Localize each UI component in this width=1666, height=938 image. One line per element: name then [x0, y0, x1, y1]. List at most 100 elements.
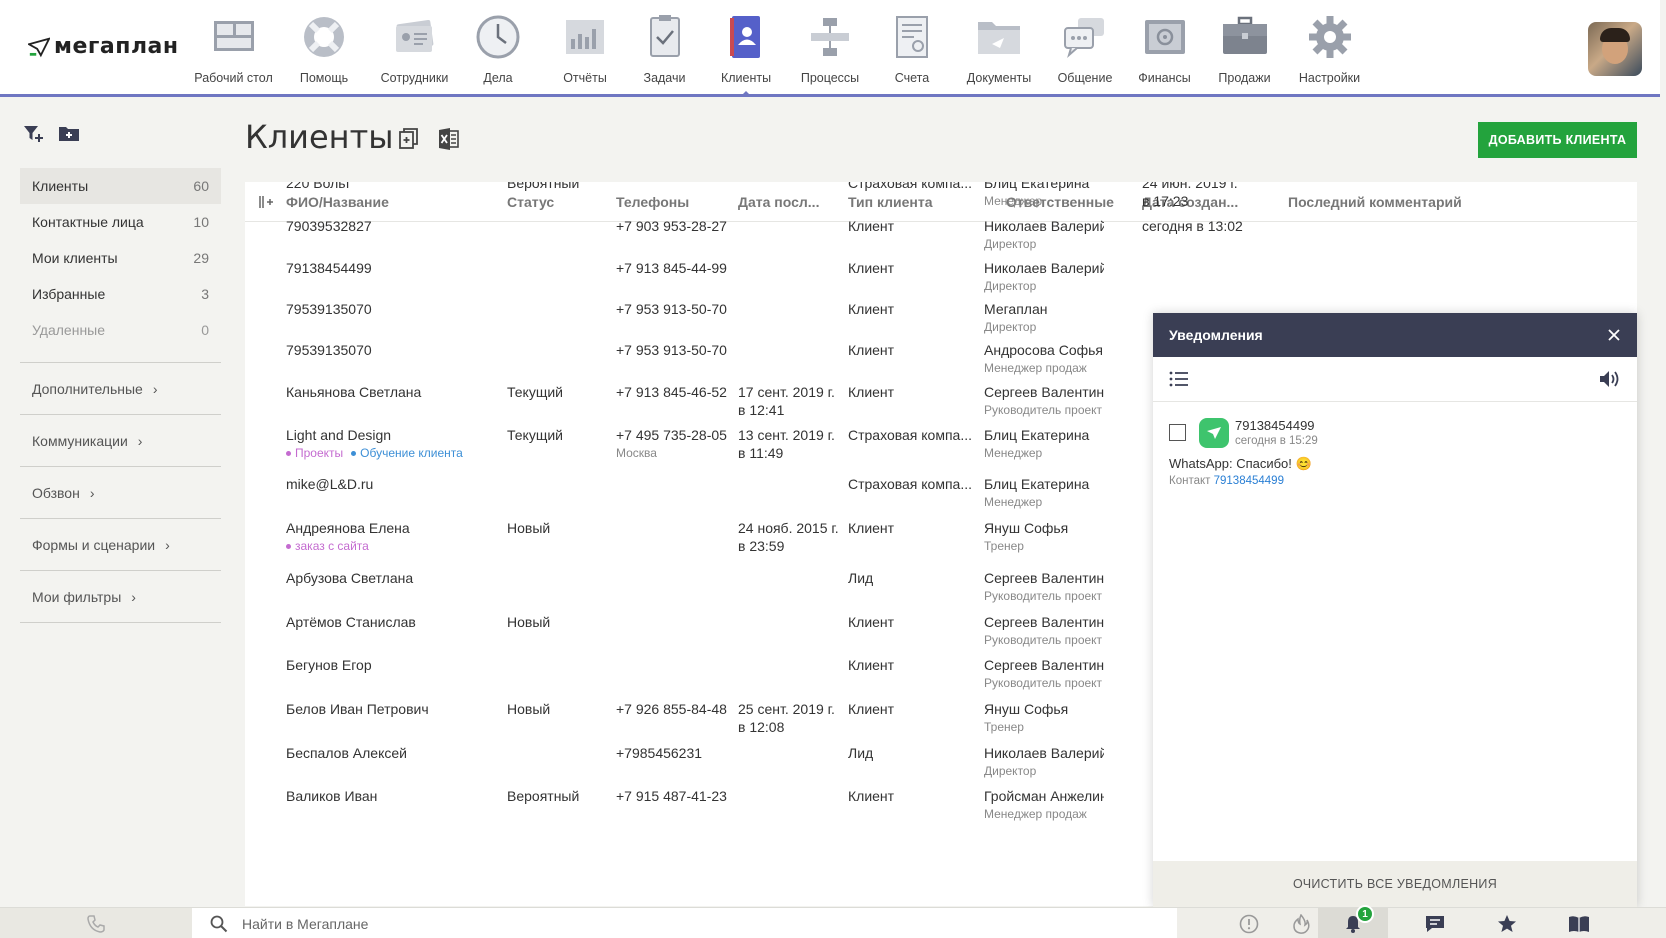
- notification-checkbox[interactable]: [1169, 424, 1186, 441]
- phone-number[interactable]: +7 953 913-50-70: [616, 341, 727, 359]
- add-client-button[interactable]: ДОБАВИТЬ КЛИЕНТА: [1478, 122, 1637, 158]
- nav-item-0[interactable]: Рабочий стол: [194, 12, 273, 92]
- sidebar-item[interactable]: Удаленные 0: [20, 312, 221, 348]
- close-icon[interactable]: [1607, 328, 1621, 342]
- phone-number[interactable]: +7985456231: [616, 744, 702, 762]
- search-input[interactable]: [242, 915, 842, 932]
- add-filter-icon[interactable]: [22, 122, 44, 144]
- responsible-name[interactable]: Гройсман Анжелин: [984, 787, 1104, 805]
- client-name[interactable]: Light and Design: [286, 426, 471, 444]
- responsible-name[interactable]: Андросова Софья: [984, 341, 1104, 359]
- phone-cell: +7 926 855-84-48: [616, 700, 727, 718]
- nav-item-13[interactable]: Настройки: [1285, 12, 1374, 92]
- client-name[interactable]: mike@L&D.ru: [286, 475, 373, 493]
- duplicate-icon[interactable]: [398, 127, 420, 151]
- sidebar-item[interactable]: Контактные лица 10: [20, 204, 221, 240]
- user-avatar[interactable]: [1588, 22, 1642, 76]
- sidebar-group[interactable]: Формы и сценарии ›: [20, 518, 221, 570]
- client-name[interactable]: 79539135070: [286, 300, 372, 318]
- client-name[interactable]: Арбузова Светлана: [286, 569, 413, 587]
- megaplan-logo[interactable]: мегаплан: [28, 34, 179, 59]
- responsible-name[interactable]: Сергеев Валентин: [984, 383, 1104, 401]
- responsible-name[interactable]: Блиц Екатерина: [984, 426, 1104, 444]
- phone-number[interactable]: +7 926 855-84-48: [616, 700, 727, 718]
- nav-item-6[interactable]: Клиенты: [703, 12, 789, 97]
- client-name[interactable]: Бегунов Егор: [286, 656, 372, 674]
- notification-item[interactable]: 79138454499 сегодня в 15:29 WhatsApp: Сп…: [1153, 402, 1637, 505]
- phone-icon[interactable]: [86, 914, 106, 934]
- responsible-name[interactable]: Николаев Валерий: [984, 744, 1104, 762]
- phone-number[interactable]: +7 495 735-28-05: [616, 426, 727, 444]
- client-name[interactable]: 79039532827: [286, 217, 372, 235]
- list-icon[interactable]: [1169, 371, 1189, 387]
- phone-number[interactable]: +7 903 953-28-27: [616, 217, 727, 235]
- sidebar-group[interactable]: Обзвон ›: [20, 466, 221, 518]
- sidebar-item[interactable]: Клиенты 60: [20, 168, 221, 204]
- responsible-name[interactable]: Николаев Валерий: [984, 217, 1104, 235]
- clear-notifications-button[interactable]: ОЧИСТИТЬ ВСЕ УВЕДОМЛЕНИЯ: [1153, 861, 1637, 907]
- client-tag[interactable]: заказ с сайта: [286, 539, 369, 553]
- nav-item-5[interactable]: Задачи: [626, 12, 703, 92]
- client-name[interactable]: Артёмов Станислав: [286, 613, 416, 631]
- last-time: в 12:41: [738, 402, 785, 418]
- nav-item-7[interactable]: Процессы: [789, 12, 871, 92]
- client-tag[interactable]: Проекты: [286, 446, 343, 460]
- nav-item-3[interactable]: Дела: [452, 12, 544, 92]
- responsible-name[interactable]: Блиц Екатерина: [984, 182, 1104, 192]
- nav-item-4[interactable]: Отчёты: [544, 12, 626, 92]
- client-name[interactable]: Андреянова Елена: [286, 519, 410, 537]
- messages-button[interactable]: [1400, 908, 1470, 938]
- phone-cell: +7 495 735-28-05 Москва: [616, 426, 727, 462]
- responsible-name[interactable]: Сергеев Валентин: [984, 613, 1104, 631]
- phone-number[interactable]: +7 953 913-50-70: [616, 300, 727, 318]
- sidebar-group[interactable]: Коммуникации ›: [20, 414, 221, 466]
- nav-item-2[interactable]: Сотрудники: [377, 12, 452, 92]
- status-cell: Вероятный: [507, 788, 580, 804]
- responsible-cell: Блиц Екатерина Менеджер: [984, 182, 1104, 210]
- client-name[interactable]: 79539135070: [286, 341, 372, 359]
- sidebar-group[interactable]: Мои фильтры ›: [20, 570, 221, 622]
- client-name[interactable]: 220 Вольт: [286, 182, 351, 192]
- star-icon: [1498, 914, 1516, 932]
- phone-number[interactable]: +7 915 487-41-23: [616, 787, 727, 805]
- nav-item-9[interactable]: Документы: [953, 12, 1045, 92]
- responsible-name[interactable]: Блиц Екатерина: [984, 475, 1104, 493]
- client-tag[interactable]: Обучение клиента: [351, 446, 463, 460]
- sound-icon[interactable]: [1599, 370, 1621, 388]
- client-name[interactable]: Беспалов Алексей: [286, 744, 407, 762]
- phone-cell: +7 953 913-50-70: [616, 341, 727, 359]
- notifications-button[interactable]: 1: [1318, 905, 1388, 938]
- responsible-cell: Мегаплан Директор: [984, 300, 1104, 336]
- nav-item-12[interactable]: Продажи: [1204, 12, 1285, 92]
- nav-item-8[interactable]: Счета: [871, 12, 953, 92]
- favorites-button[interactable]: [1472, 908, 1542, 938]
- phone-number[interactable]: +7 913 845-46-52: [616, 383, 727, 401]
- notification-contact-link[interactable]: 79138454499: [1214, 475, 1284, 487]
- nav-item-11[interactable]: Финансы: [1125, 12, 1204, 92]
- client-name[interactable]: Валиков Иван: [286, 787, 377, 805]
- responsible-name[interactable]: Януш Софья: [984, 700, 1104, 718]
- responsible-name[interactable]: Януш Софья: [984, 519, 1104, 537]
- excel-export-icon[interactable]: [438, 127, 460, 151]
- responsible-name[interactable]: Николаев Валерий: [984, 259, 1104, 277]
- sidebar-item[interactable]: Мои клиенты 29: [20, 240, 221, 276]
- responsible-name[interactable]: Сергеев Валентин: [984, 656, 1104, 674]
- client-name-cell: 79039532827: [286, 217, 372, 235]
- phone-number[interactable]: +7 913 845-44-99: [616, 259, 727, 277]
- responsible-name[interactable]: Мегаплан: [984, 300, 1104, 318]
- alert-icon: [1239, 914, 1259, 933]
- sidebar-item[interactable]: Избранные 3: [20, 276, 221, 312]
- responsible-name[interactable]: Сергеев Валентин: [984, 569, 1104, 587]
- client-name[interactable]: Каньянова Светлана: [286, 383, 421, 401]
- table-row[interactable]: 220 Вольт Вероятный Страховая компа... Блиц…: [245, 182, 1637, 217]
- nav-item-10[interactable]: Общение: [1045, 12, 1125, 92]
- nav-item-1[interactable]: Помощь: [271, 12, 377, 92]
- add-folder-icon[interactable]: [58, 122, 80, 144]
- table-row[interactable]: 79039532827 +7 903 953-28-27 Клиент Николае…: [245, 217, 1637, 259]
- sidebar-group[interactable]: Дополнительные ›: [20, 362, 221, 414]
- knowledge-base-button[interactable]: [1544, 908, 1614, 938]
- table-row[interactable]: 79138454499 +7 913 845-44-99 Клиент Николае…: [245, 259, 1637, 300]
- responsible-cell: Николаев Валерий Директор: [984, 259, 1104, 295]
- client-name[interactable]: Белов Иван Петрович: [286, 700, 429, 718]
- client-name[interactable]: 79138454499: [286, 259, 372, 277]
